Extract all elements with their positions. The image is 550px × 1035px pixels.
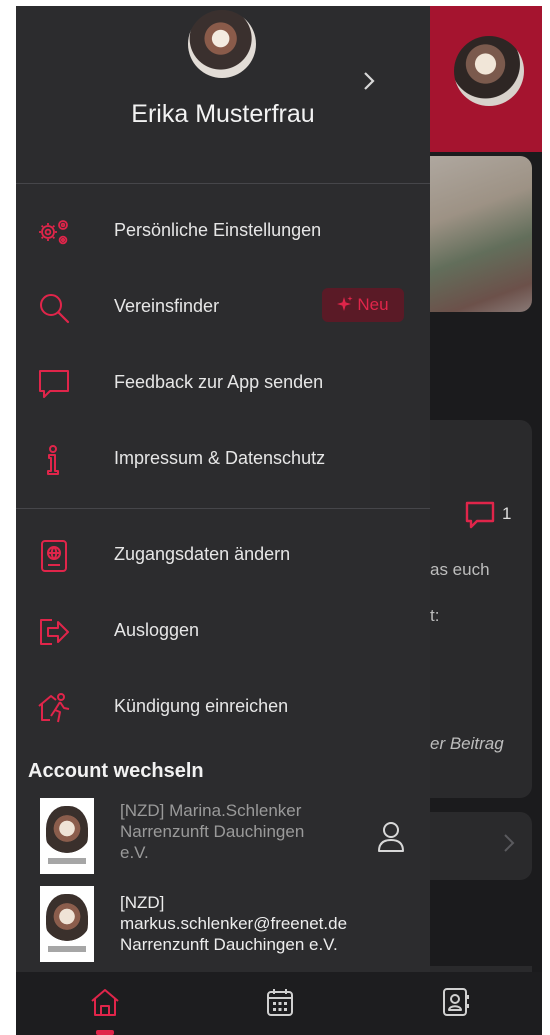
account-info: [NZD] markus.schlenker@freenet.de Narren…	[120, 892, 347, 955]
account-info: [NZD] Marina.Schlenker Narrenzunft Dauch…	[120, 800, 304, 863]
home-icon[interactable]	[88, 986, 122, 1018]
menu-item-cancel-membership[interactable]: Kündigung einreichen	[16, 678, 430, 738]
menu-item-impressum[interactable]: Impressum & Datenschutz	[16, 430, 430, 490]
account-club: Narrenzunft Dauchingen e.V.	[120, 935, 338, 954]
logout-icon	[40, 619, 69, 645]
menu-item-label: Impressum & Datenschutz	[114, 448, 326, 468]
post-text-snippet: er Beitrag	[430, 734, 504, 753]
bottom-tab-bar	[16, 972, 542, 1035]
menu-item-credentials[interactable]: Zugangsdaten ändern	[16, 526, 430, 586]
background-post-image[interactable]	[430, 156, 532, 312]
menu-item-label: Vereinsfinder	[114, 296, 220, 316]
menu-item-label: Kündigung einreichen	[114, 696, 289, 716]
id-card-icon	[41, 540, 67, 572]
account-prefix: [NZD]	[120, 893, 165, 912]
search-icon	[40, 294, 70, 324]
gears-icon	[39, 220, 68, 245]
account-username: markus.schlenker@freenet.de	[120, 914, 348, 933]
contacts-icon[interactable]	[440, 986, 472, 1018]
account-club: Narrenzunft Dauchingen	[120, 822, 305, 841]
calendar-icon[interactable]	[264, 986, 296, 1018]
background-link-card[interactable]	[430, 812, 532, 880]
account-club-suffix: e.V.	[120, 843, 149, 862]
active-tab-indicator	[96, 1030, 114, 1035]
menu-item-settings[interactable]: Persönliche Einstellungen	[16, 202, 430, 262]
new-badge: Neu	[322, 288, 404, 322]
account-avatar	[40, 798, 94, 874]
menu-item-label: Ausloggen	[114, 620, 200, 640]
app-screen: 1 as euch t: er Beitrag Erika Musterfrau	[16, 6, 542, 1035]
side-drawer: Erika Musterfrau Persönliche Einstellung…	[16, 6, 430, 972]
account-username: [NZD] Marina.Schlenker	[120, 801, 302, 820]
menu-item-vereinsfinder[interactable]: Vereinsfinder Neu	[16, 278, 430, 338]
chevron-right-icon[interactable]	[362, 70, 376, 92]
account-switch-title: Account wechseln	[28, 760, 204, 782]
post-text-snippet: as euch	[430, 560, 490, 579]
post-text-snippet: t:	[430, 606, 440, 625]
sparkle-icon	[337, 296, 354, 311]
account-item[interactable]: [NZD] markus.schlenker@freenet.de Narren…	[16, 884, 430, 966]
person-icon	[378, 822, 404, 852]
info-icon	[47, 445, 59, 475]
profile-avatar[interactable]	[188, 10, 256, 78]
house-exit-icon	[38, 693, 70, 723]
comment-count: 1	[502, 504, 512, 523]
divider	[16, 508, 430, 509]
menu-item-label: Zugangsdaten ändern	[114, 544, 291, 564]
comment-icon[interactable]	[464, 500, 496, 530]
account-item[interactable]: [NZD] Marina.Schlenker Narrenzunft Dauch…	[16, 796, 430, 876]
divider	[16, 183, 430, 184]
profile-name[interactable]: Erika Musterfrau	[16, 100, 430, 129]
menu-item-label: Feedback zur App senden	[114, 372, 324, 392]
chevron-right-icon	[504, 834, 515, 852]
account-avatar	[40, 886, 94, 962]
background-avatar[interactable]	[454, 36, 524, 106]
chat-bubble-icon	[39, 370, 69, 398]
new-badge-label: Neu	[357, 295, 389, 314]
menu-item-label: Persönliche Einstellungen	[114, 220, 322, 240]
menu-item-feedback[interactable]: Feedback zur App senden	[16, 354, 430, 414]
menu-item-logout[interactable]: Ausloggen	[16, 602, 430, 662]
